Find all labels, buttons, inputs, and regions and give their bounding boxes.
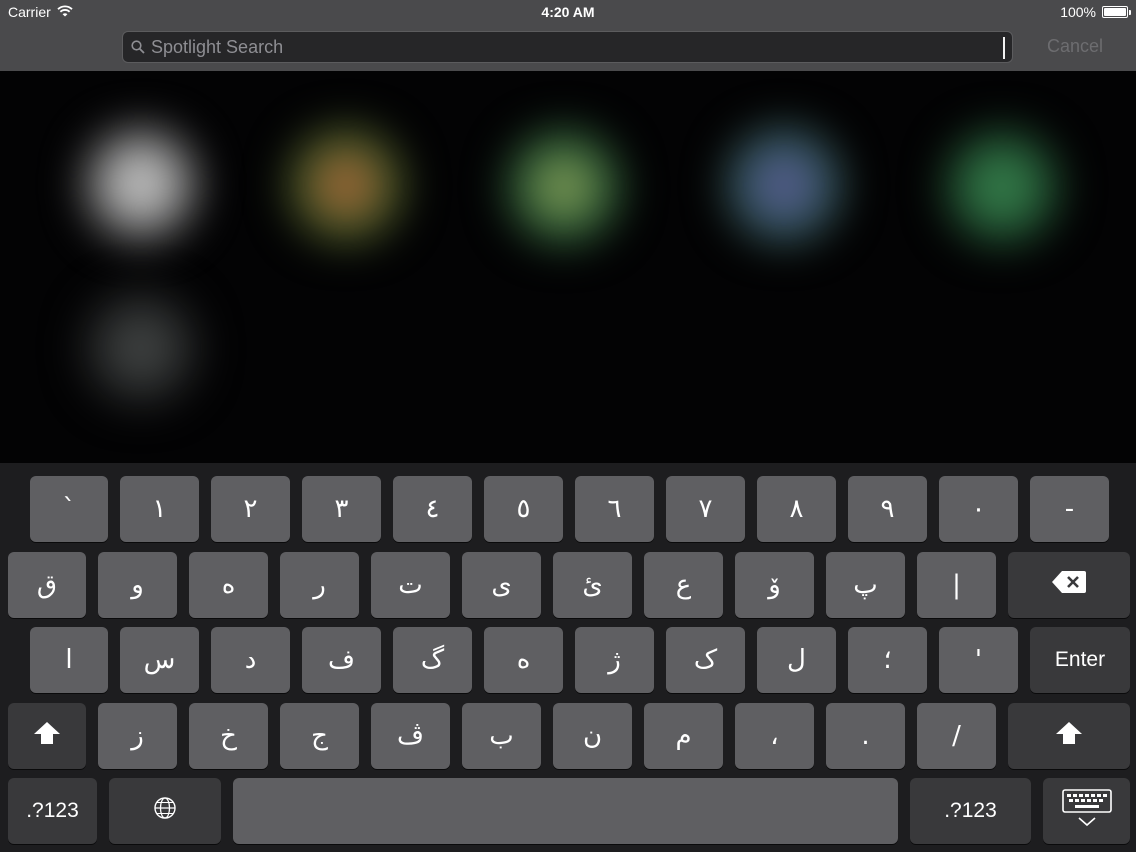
- globe-key[interactable]: [109, 778, 221, 844]
- key[interactable]: ى: [462, 552, 541, 618]
- key[interactable]: ڤ: [371, 703, 450, 769]
- key[interactable]: ٦: [575, 476, 654, 542]
- key[interactable]: گ: [393, 627, 472, 693]
- spotlight-background: [0, 71, 1136, 463]
- key[interactable]: ق: [8, 552, 86, 618]
- keyboard-dismiss-icon: [1061, 788, 1113, 835]
- key[interactable]: ع: [644, 552, 723, 618]
- search-input[interactable]: [151, 32, 1001, 62]
- key[interactable]: -: [1030, 476, 1109, 542]
- key[interactable]: `: [30, 476, 108, 542]
- key[interactable]: س: [120, 627, 199, 693]
- key[interactable]: ر: [280, 552, 359, 618]
- key[interactable]: ؛: [848, 627, 927, 693]
- key[interactable]: ئ: [553, 552, 632, 618]
- search-icon: [131, 40, 145, 59]
- key[interactable]: ژ: [575, 627, 654, 693]
- status-bar: Carrier 4:20 AM 100%: [0, 0, 1136, 24]
- enter-key[interactable]: Enter: [1030, 627, 1130, 693]
- dismiss-keyboard-key[interactable]: [1043, 778, 1130, 844]
- search-bar: Cancel: [0, 24, 1136, 71]
- shift-icon: [32, 720, 62, 753]
- key[interactable]: ه: [189, 552, 268, 618]
- key[interactable]: پ: [826, 552, 905, 618]
- key[interactable]: ٧: [666, 476, 745, 542]
- key[interactable]: ،: [735, 703, 814, 769]
- key[interactable]: ۆ: [735, 552, 814, 618]
- key[interactable]: |: [917, 552, 996, 618]
- backspace-icon: [1051, 570, 1087, 601]
- key[interactable]: ت: [371, 552, 450, 618]
- shift-key-left[interactable]: [8, 703, 86, 769]
- key[interactable]: ٠: [939, 476, 1018, 542]
- blurred-app-icon: [290, 129, 402, 241]
- key[interactable]: ا: [30, 627, 108, 693]
- key[interactable]: ل: [757, 627, 836, 693]
- key[interactable]: .: [826, 703, 905, 769]
- key[interactable]: ١: [120, 476, 199, 542]
- key[interactable]: ز: [98, 703, 177, 769]
- key[interactable]: ٣: [302, 476, 381, 542]
- keyboard: ` ١ ٢ ٣ ٤ ٥ ٦ ٧ ٨ ٩ ٠ - ق و ه ر ت ى ئ ع …: [0, 463, 1136, 852]
- key[interactable]: ف: [302, 627, 381, 693]
- blurred-app-icon: [508, 131, 620, 243]
- space-key[interactable]: [233, 778, 898, 844]
- key[interactable]: ٩: [848, 476, 927, 542]
- key[interactable]: د: [211, 627, 290, 693]
- search-field[interactable]: [122, 31, 1013, 63]
- globe-icon: [153, 796, 177, 827]
- key[interactable]: ٥: [484, 476, 563, 542]
- blurred-app-icon: [86, 129, 196, 239]
- blurred-app-icon: [946, 131, 1058, 243]
- key[interactable]: م: [644, 703, 723, 769]
- shift-icon: [1054, 720, 1084, 753]
- key[interactable]: ه: [484, 627, 563, 693]
- shift-key-right[interactable]: [1008, 703, 1130, 769]
- backspace-key[interactable]: [1008, 552, 1130, 618]
- key[interactable]: ن: [553, 703, 632, 769]
- key[interactable]: ٨: [757, 476, 836, 542]
- key[interactable]: ': [939, 627, 1018, 693]
- cancel-button[interactable]: Cancel: [1030, 36, 1120, 57]
- key[interactable]: ک: [666, 627, 745, 693]
- blurred-app-icon: [728, 129, 840, 241]
- battery-icon: [1102, 6, 1131, 18]
- battery-percent: 100%: [1060, 4, 1096, 20]
- key[interactable]: /: [917, 703, 996, 769]
- key[interactable]: ب: [462, 703, 541, 769]
- key[interactable]: خ: [189, 703, 268, 769]
- key[interactable]: ج: [280, 703, 359, 769]
- key[interactable]: ٢: [211, 476, 290, 542]
- key[interactable]: ٤: [393, 476, 472, 542]
- numbers-key-right[interactable]: .?123: [910, 778, 1031, 844]
- text-cursor: [1003, 37, 1005, 59]
- status-time: 4:20 AM: [541, 4, 595, 20]
- blurred-app-icon: [86, 293, 196, 403]
- numbers-key-left[interactable]: .?123: [8, 778, 97, 844]
- key[interactable]: و: [98, 552, 177, 618]
